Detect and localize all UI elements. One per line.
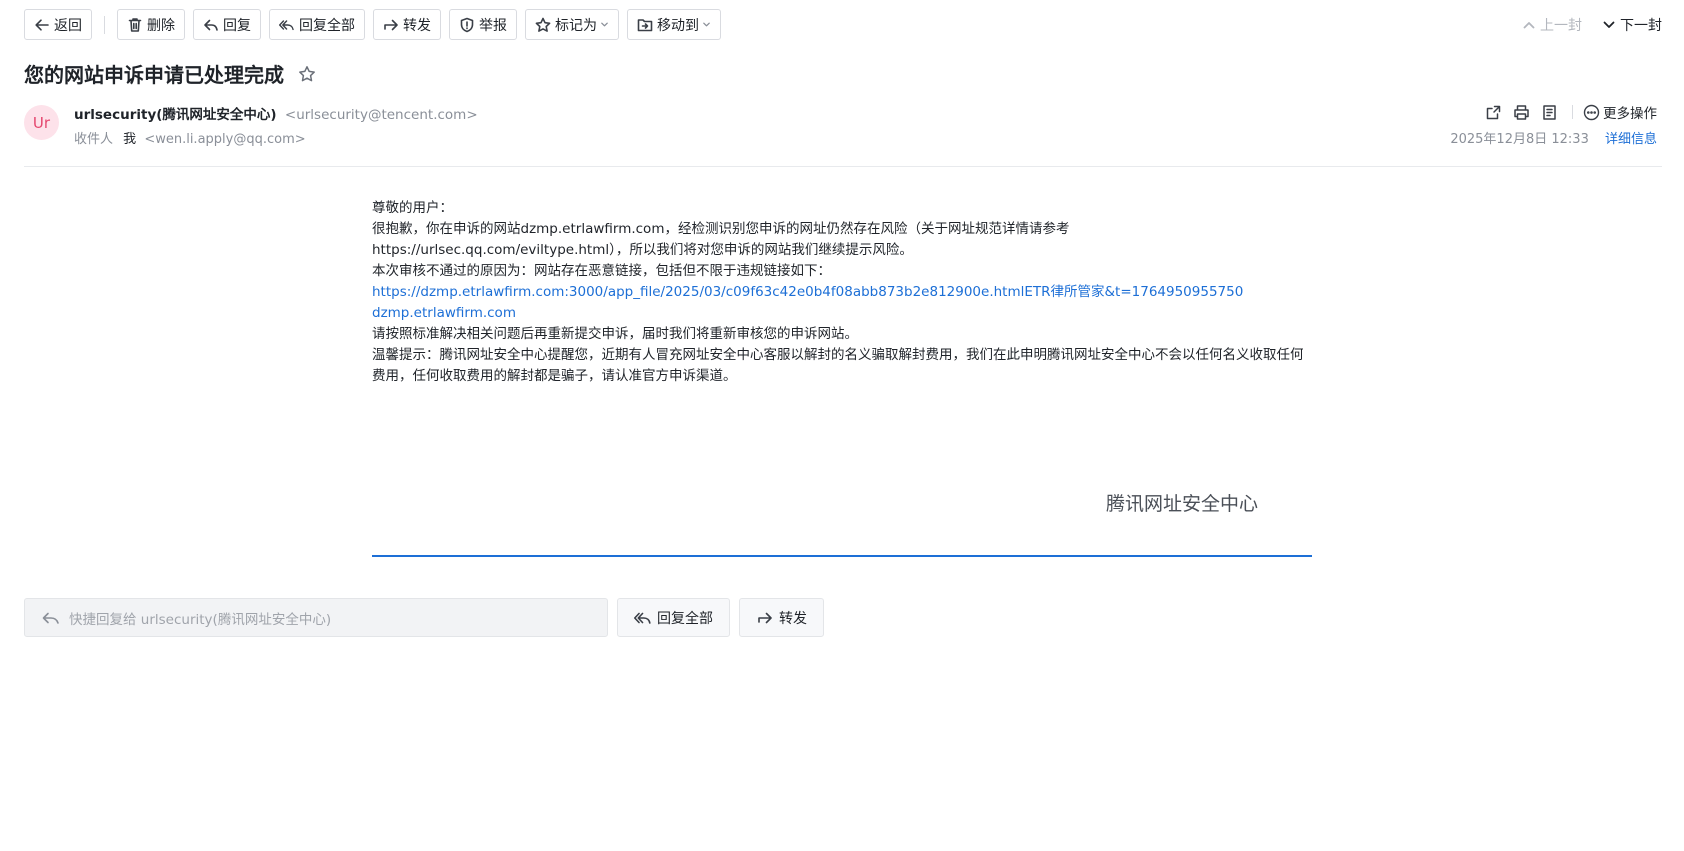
body-warning: 温馨提示：腾讯网址安全中心提醒您，近期有人冒充网址安全中心客服以解封的名义骗取解…	[372, 347, 1304, 384]
delete-label: 删除	[147, 17, 175, 34]
chevron-down-icon	[601, 22, 608, 27]
header-divider	[1572, 105, 1573, 119]
body-line: 请按照标准解决相关问题后再重新提交申诉，届时我们将重新审核您的申诉网站。	[372, 326, 858, 342]
report-button[interactable]: 举报	[449, 9, 517, 40]
site-link[interactable]: dzmp.etrlawfirm.com	[372, 305, 516, 321]
more-actions-button[interactable]: 更多操作	[1583, 102, 1657, 122]
forward-label: 转发	[403, 17, 431, 34]
signature-divider	[372, 555, 1312, 557]
body-line: 很抱歉，你在申诉的网站dzmp.etrlawfirm.com，经检测识别您申诉的…	[372, 221, 1070, 237]
memo-icon[interactable]	[1541, 104, 1558, 121]
bottom-forward-label: 转发	[779, 610, 807, 627]
mark-as-dropdown[interactable]: 标记为	[525, 9, 619, 40]
more-icon	[1583, 104, 1600, 120]
reply-label: 回复	[223, 17, 251, 34]
sender-line: urlsecurity(腾讯网址安全中心) <urlsecurity@tence…	[74, 103, 478, 123]
mail-navigation: 上一封 下一封	[1502, 9, 1662, 40]
recipient-line: 收件人 我 <wen.li.apply@qq.com>	[74, 128, 306, 147]
quick-reply-placeholder: 快捷回复给 urlsecurity(腾讯网址安全中心)	[69, 611, 332, 628]
reply-icon	[42, 612, 59, 624]
body-line: 本次审核不通过的原因为：网站存在恶意链接，包括但不限于违规链接如下：	[372, 263, 831, 279]
print-icon[interactable]	[1513, 104, 1530, 121]
more-actions-label: 更多操作	[1603, 106, 1657, 122]
prev-mail-label: 上一封	[1540, 17, 1582, 34]
chevron-down-icon	[1603, 21, 1615, 28]
body-line: https://urlsec.qq.com/eviltype.html），所以我…	[372, 242, 913, 258]
recipient-name[interactable]: 我	[123, 132, 136, 147]
report-label: 举报	[479, 17, 507, 34]
mail-signature: 腾讯网址安全中心	[1106, 493, 1259, 515]
star-icon	[535, 17, 551, 32]
mail-subject: 您的网站申诉申请已处理完成	[24, 63, 284, 87]
mail-toolbar: 返回 删除 回复 回复全部 转发 举报 标记为 移动到	[24, 9, 729, 40]
reply-all-icon	[279, 19, 294, 30]
forward-icon	[758, 612, 772, 623]
prev-mail-button[interactable]: 上一封	[1522, 15, 1582, 35]
reply-all-label: 回复全部	[299, 17, 355, 34]
recipient-label: 收件人	[74, 132, 114, 147]
reply-button[interactable]: 回复	[193, 9, 261, 40]
mail-date: 2025年12月8日 12:33	[1450, 132, 1589, 147]
bottom-reply-all-label: 回复全部	[657, 610, 713, 627]
forward-button[interactable]: 转发	[373, 9, 441, 40]
back-button[interactable]: 返回	[24, 9, 92, 40]
reply-all-icon	[634, 612, 651, 624]
mail-subject-row: 您的网站申诉申请已处理完成	[24, 59, 316, 88]
sender-name[interactable]: urlsecurity(腾讯网址安全中心)	[74, 107, 277, 123]
toolbar-divider	[104, 15, 105, 34]
body-greeting: 尊敬的用户：	[372, 200, 453, 216]
detail-info-link[interactable]: 详细信息	[1605, 132, 1657, 147]
move-to-label: 移动到	[657, 17, 699, 34]
move-to-dropdown[interactable]: 移动到	[627, 9, 721, 40]
open-new-window-icon[interactable]	[1485, 104, 1502, 121]
bottom-reply-all-button[interactable]: 回复全部	[617, 598, 730, 637]
header-divider-line	[24, 166, 1662, 167]
chevron-up-icon	[1523, 21, 1535, 28]
back-label: 返回	[54, 17, 82, 34]
arrow-left-icon	[35, 18, 49, 31]
quick-reply-input[interactable]: 快捷回复给 urlsecurity(腾讯网址安全中心)	[24, 598, 608, 637]
shield-alert-icon	[460, 17, 474, 32]
mark-as-label: 标记为	[555, 17, 597, 34]
star-icon[interactable]	[298, 65, 316, 83]
folder-move-icon	[637, 18, 653, 31]
next-mail-label: 下一封	[1620, 17, 1662, 34]
chevron-down-icon	[703, 22, 710, 27]
reply-icon	[204, 19, 218, 31]
forward-icon	[384, 19, 398, 30]
trash-icon	[128, 17, 142, 32]
recipient-email: <wen.li.apply@qq.com>	[144, 132, 306, 147]
reply-all-button[interactable]: 回复全部	[269, 9, 365, 40]
header-actions: 更多操作	[1474, 102, 1657, 122]
bottom-forward-button[interactable]: 转发	[739, 598, 824, 637]
date-line: 2025年12月8日 12:33 详细信息	[1450, 128, 1657, 147]
sender-email: <urlsecurity@tencent.com>	[284, 107, 478, 123]
mail-body: 尊敬的用户： 很抱歉，你在申诉的网站dzmp.etrlawfirm.com，经检…	[372, 198, 1312, 387]
violation-link[interactable]: https://dzmp.etrlawfirm.com:3000/app_fil…	[372, 284, 1243, 300]
next-mail-button[interactable]: 下一封	[1602, 15, 1662, 35]
avatar: Ur	[24, 105, 59, 140]
delete-button[interactable]: 删除	[117, 9, 185, 40]
